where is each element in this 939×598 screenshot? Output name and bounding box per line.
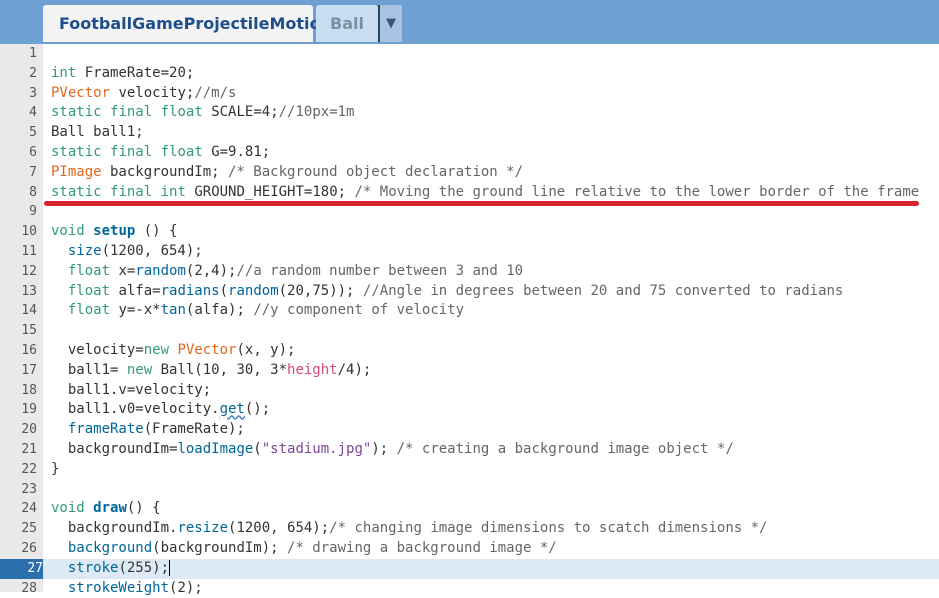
code-line[interactable]: 22}	[0, 460, 939, 480]
code-line[interactable]: 14 float y=-x*tan(alfa); //y component o…	[0, 301, 939, 321]
code-text[interactable]: PImage backgroundIm; /* Background objec…	[51, 163, 523, 183]
line-number: 24	[21, 501, 37, 517]
code-text[interactable]: float alfa=radians(random(20,75)); //Ang…	[51, 282, 844, 302]
code-line[interactable]: 11 size(1200, 654);	[0, 242, 939, 262]
code-text[interactable]: ball1.v0=velocity.get();	[51, 400, 270, 420]
code-text[interactable]: static final float SCALE=4;//10px=1m	[51, 103, 354, 123]
text-cursor	[169, 559, 171, 576]
code-line[interactable]: 26 background(backgroundIm); /* drawing …	[0, 539, 939, 559]
code-line[interactable]: 4 static final float SCALE=4;//10px=1m	[0, 103, 939, 123]
code-text[interactable]: void draw() {	[51, 499, 161, 519]
code-text[interactable]: Ball ball1;	[51, 123, 144, 143]
code-text[interactable]: backgroundIm=loadImage("stadium.jpg"); /…	[51, 440, 734, 460]
line-number: 19	[21, 402, 37, 418]
code-line[interactable]: 20 frameRate(FrameRate);	[0, 420, 939, 440]
code-line[interactable]: 2 int FrameRate=20;	[0, 64, 939, 84]
code-text[interactable]: int FrameRate=20;	[51, 64, 194, 84]
line-number: 26	[21, 541, 37, 556]
tab-bar: FootballGameProjectileMotion Ball ▼	[0, 0, 939, 44]
code-text[interactable]: static final float G=9.81;	[51, 143, 270, 163]
code-text[interactable]: backgroundIm.resize(1200, 654);/* changi…	[51, 519, 768, 539]
line-number: 9	[29, 204, 37, 220]
line-number: 23	[21, 481, 37, 497]
code-text[interactable]: PVector velocity;//m/s	[51, 84, 236, 104]
line-number: 28	[21, 580, 37, 596]
code-line[interactable]: 18 ball1.v=velocity;	[0, 381, 939, 401]
code-line[interactable]: 6 static final float G=9.81;	[0, 143, 939, 163]
code-text[interactable]: void setup () {	[51, 222, 177, 242]
line-number: 3	[29, 85, 37, 101]
code-text[interactable]: stroke(255);	[51, 559, 171, 579]
line-number: 25	[21, 521, 37, 537]
code-line[interactable]: 7 PImage backgroundIm; /* Background obje…	[0, 163, 939, 183]
line-number: 15	[21, 323, 37, 339]
line-number: 4	[29, 105, 37, 121]
code-line[interactable]: 24 void draw() {	[0, 499, 939, 519]
line-number: 14	[21, 303, 37, 319]
code-line[interactable]: 16 velocity=new PVector(x, y);	[0, 341, 939, 361]
code-text[interactable]: strokeWeight(2);	[51, 579, 203, 598]
code-text[interactable]: ball1= new Ball(10, 30, 3*height/4);	[51, 361, 371, 381]
code-text[interactable]: velocity=new PVector(x, y);	[51, 341, 296, 361]
code-text[interactable]: static final int GROUND_HEIGHT=180; /* M…	[51, 183, 919, 203]
code-line[interactable]: 15	[0, 321, 939, 341]
tab-menu-arrow-icon[interactable]: ▼	[380, 5, 402, 42]
line-number: 16	[21, 343, 37, 358]
line-number: 5	[29, 125, 37, 141]
code-editor[interactable]: 1 2 int FrameRate=20; 3 PVector velocity;//m…	[0, 44, 939, 596]
code-line[interactable]: 23	[0, 480, 939, 500]
code-text[interactable]: size(1200, 654);	[51, 242, 203, 262]
code-line[interactable]: 1	[0, 44, 939, 64]
line-number: 12	[21, 263, 37, 279]
code-line[interactable]: 13 float alfa=radians(random(20,75)); //…	[0, 282, 939, 302]
code-text[interactable]: }	[51, 460, 59, 480]
line-number: 7	[29, 164, 37, 180]
code-text[interactable]: ball1.v=velocity;	[51, 381, 211, 401]
code-text[interactable]: background(backgroundIm); /* drawing a b…	[51, 539, 557, 559]
line-number: 13	[21, 283, 37, 299]
line-number: 21	[21, 442, 37, 457]
code-line[interactable]: 21 backgroundIm=loadImage("stadium.jpg")…	[0, 440, 939, 460]
code-line[interactable]: 12 float x=random(2,4);//a random number…	[0, 262, 939, 282]
line-number: 17	[21, 362, 37, 378]
line-number: 1	[29, 46, 37, 61]
line-number: 18	[21, 382, 37, 398]
code-line[interactable]: 10 void setup () {	[0, 222, 939, 242]
code-text[interactable]: float x=random(2,4);//a random number be…	[51, 262, 523, 282]
line-number: 22	[21, 461, 37, 477]
tab-ball[interactable]: Ball	[316, 5, 378, 42]
code-line[interactable]: 3 PVector velocity;//m/s	[0, 84, 939, 104]
code-text[interactable]: frameRate(FrameRate);	[51, 420, 245, 440]
code-line[interactable]: 28 strokeWeight(2);	[0, 579, 939, 598]
code-line[interactable]: 5 Ball ball1;	[0, 123, 939, 143]
red-underline-annotation	[44, 201, 919, 206]
tab-footballgameprojectilemotion[interactable]: FootballGameProjectileMotion	[43, 5, 332, 42]
line-number: 27	[0, 558, 43, 579]
code-line[interactable]: 27 stroke(255);	[0, 558, 939, 579]
code-line[interactable]: 17 ball1= new Ball(10, 30, 3*height/4);	[0, 361, 939, 381]
code-line[interactable]: 19 ball1.v0=velocity.get();	[0, 400, 939, 420]
line-number: 20	[21, 422, 37, 438]
code-line[interactable]: 8 static final int GROUND_HEIGHT=180; /* …	[0, 183, 939, 203]
line-number: 11	[21, 244, 37, 259]
code-line[interactable]: 25 backgroundIm.resize(1200, 654);/* cha…	[0, 519, 939, 539]
line-number: 10	[21, 224, 37, 240]
line-number: 6	[29, 145, 37, 160]
code-text[interactable]: float y=-x*tan(alfa); //y component of v…	[51, 301, 464, 321]
line-number: 2	[29, 65, 37, 81]
line-number: 8	[29, 184, 37, 200]
